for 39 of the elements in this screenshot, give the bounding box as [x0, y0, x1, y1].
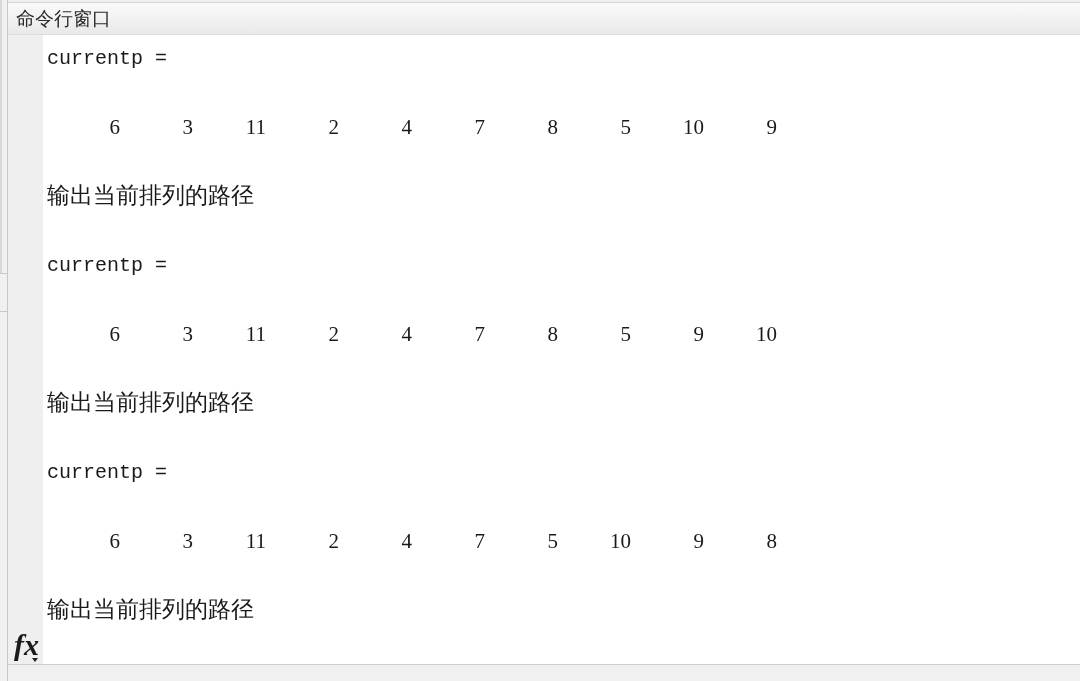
- output-value: 5: [547, 529, 558, 554]
- output-value: 9: [693, 322, 704, 347]
- output-value: 6: [109, 322, 120, 347]
- output-value: 10: [610, 529, 631, 554]
- output-value: 6: [109, 529, 120, 554]
- output-value: 4: [401, 529, 412, 554]
- output-value: 8: [766, 529, 777, 554]
- output-value: 3: [182, 115, 193, 140]
- output-value: 9: [693, 529, 704, 554]
- output-value: 3: [182, 529, 193, 554]
- variable-label: currentp =: [47, 460, 168, 484]
- caret-icon: [32, 658, 38, 662]
- output-value: 8: [547, 322, 558, 347]
- window-title: 命令行窗口: [16, 5, 111, 31]
- output-message: 输出当前排列的路径: [47, 598, 254, 622]
- output-value: 7: [474, 322, 485, 347]
- output-value: 4: [401, 322, 412, 347]
- output-value: 8: [547, 115, 558, 140]
- output-value: 4: [401, 115, 412, 140]
- output-value: 5: [620, 322, 631, 347]
- output-value: 5: [620, 115, 631, 140]
- output-value: 2: [328, 529, 339, 554]
- output-value: 10: [683, 115, 704, 140]
- output-value: 11: [245, 322, 266, 347]
- variable-label: currentp =: [47, 46, 168, 70]
- output-value: 6: [109, 115, 120, 140]
- output-value: 2: [328, 322, 339, 347]
- output-value: 7: [474, 115, 485, 140]
- output-message: 输出当前排列的路径: [47, 184, 254, 208]
- output-message: 输出当前排列的路径: [47, 391, 254, 415]
- output-value: 10: [756, 322, 777, 347]
- output-value: 7: [474, 529, 485, 554]
- output-value: 11: [245, 529, 266, 554]
- output-value: 2: [328, 115, 339, 140]
- output-value: 9: [766, 115, 777, 140]
- output-value: 3: [182, 322, 193, 347]
- function-button[interactable]: fx: [12, 630, 39, 662]
- output-value: 11: [245, 115, 266, 140]
- variable-label: currentp =: [47, 253, 168, 277]
